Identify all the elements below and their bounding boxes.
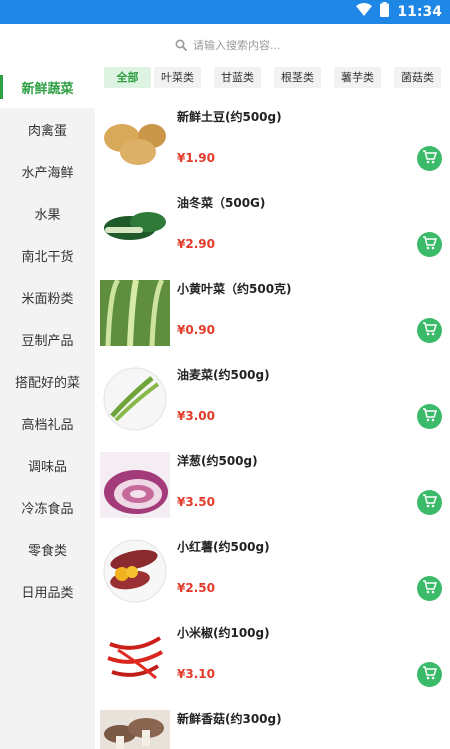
product-list: 新鲜土豆(约500g) ¥1.90 油冬菜（500G) ¥2.90 小黄叶菜（约… (95, 96, 450, 749)
product-image-lettuce-stems[interactable] (100, 366, 170, 432)
add-to-cart-button[interactable] (417, 146, 442, 171)
product-name: 小红薯(约500g) (177, 540, 270, 554)
cart-icon (422, 579, 438, 598)
product-price: ¥0.90 (177, 323, 215, 337)
product-name: 新鲜土豆(约500g) (177, 110, 282, 124)
wifi-icon (356, 2, 373, 21)
filter-chip-cabbage[interactable]: 甘蓝类 (214, 67, 261, 88)
battery-icon (380, 2, 390, 21)
sidebar-item-frozen-food[interactable]: 冷冻食品 (0, 486, 95, 528)
product-item[interactable]: 洋葱(约500g) ¥3.50 (95, 440, 450, 526)
sidebar-item-fruit[interactable]: 水果 (0, 192, 95, 234)
add-to-cart-button[interactable] (417, 490, 442, 515)
product-price: ¥3.50 (177, 495, 215, 509)
sidebar-item-snacks[interactable]: 零食类 (0, 528, 95, 570)
sidebar-item-label: 冷冻食品 (21, 501, 74, 517)
product-item[interactable]: 小红薯(约500g) ¥2.50 (95, 526, 450, 612)
sidebar-item-label: 豆制产品 (21, 333, 74, 349)
sidebar-item-meat-poultry-eggs[interactable]: 肉禽蛋 (0, 108, 95, 150)
sidebar-item-prepared-dishes[interactable]: 搭配好的菜 (0, 360, 95, 402)
search-input[interactable] (193, 39, 353, 52)
product-image-shiitake[interactable] (100, 710, 170, 749)
sidebar-item-fresh-vegetables[interactable]: 新鲜蔬菜 (0, 66, 95, 108)
product-image-red-onion[interactable] (100, 452, 170, 518)
product-item[interactable]: 小米椒(约100g) ¥3.10 (95, 612, 450, 698)
product-price: ¥2.50 (177, 581, 215, 595)
add-to-cart-button[interactable] (417, 576, 442, 601)
product-name: 小米椒(约100g) (177, 626, 270, 640)
status-icons: 11:34 (356, 2, 442, 21)
product-name: 洋葱(约500g) (177, 454, 258, 468)
product-item[interactable]: 油麦菜(约500g) ¥3.00 (95, 354, 450, 440)
filter-chip-tubers[interactable]: 薯芋类 (334, 67, 381, 88)
status-bar: 11:34 (0, 0, 450, 24)
sidebar-item-label: 高档礼品 (21, 417, 74, 433)
sidebar-item-label: 零食类 (27, 543, 67, 559)
add-to-cart-button[interactable] (417, 404, 442, 429)
product-item[interactable]: 新鲜香菇(约300g) (95, 698, 450, 749)
sidebar-item-label: 水产海鲜 (21, 165, 74, 181)
sidebar-item-label: 日用品类 (21, 585, 74, 601)
product-item[interactable]: 小黄叶菜（约500克) ¥0.90 (95, 268, 450, 354)
cart-icon (422, 235, 438, 254)
product-image-leafy-greens[interactable] (100, 280, 170, 346)
cart-icon (422, 149, 438, 168)
sidebar-item-label: 肉禽蛋 (27, 123, 67, 139)
filter-chip-leafy[interactable]: 叶菜类 (154, 67, 201, 88)
filter-chip-all[interactable]: 全部 (104, 67, 151, 88)
product-name: 油麦菜(约500g) (177, 368, 270, 382)
sidebar-item-dried-goods[interactable]: 南北干货 (0, 234, 95, 276)
sidebar-item-seafood[interactable]: 水产海鲜 (0, 150, 95, 192)
product-image-bok-choy[interactable] (100, 194, 170, 260)
search-icon (175, 36, 187, 55)
product-image-sweet-potato[interactable] (100, 538, 170, 604)
cart-icon (422, 665, 438, 684)
product-image-red-chili[interactable] (100, 624, 170, 690)
search-bar (0, 24, 450, 66)
sidebar-item-seasonings[interactable]: 调味品 (0, 444, 95, 486)
add-to-cart-button[interactable] (417, 662, 442, 687)
sidebar-item-premium-gifts[interactable]: 高档礼品 (0, 402, 95, 444)
product-item[interactable]: 油冬菜（500G) ¥2.90 (95, 182, 450, 268)
cart-icon (422, 321, 438, 340)
category-sidebar: 新鲜蔬菜 肉禽蛋 水产海鲜 水果 南北干货 米面粉类 豆制产品 搭配好的菜 高档… (0, 66, 95, 749)
product-item[interactable]: 新鲜土豆(约500g) ¥1.90 (95, 96, 450, 182)
sidebar-item-label: 调味品 (27, 459, 67, 475)
product-name: 小黄叶菜（约500克) (177, 282, 292, 296)
product-name: 油冬菜（500G) (177, 196, 266, 210)
product-price: ¥2.90 (177, 237, 215, 251)
product-image-potato[interactable] (100, 108, 170, 174)
sidebar-item-soy-products[interactable]: 豆制产品 (0, 318, 95, 360)
product-price: ¥1.90 (177, 151, 215, 165)
sidebar-item-label: 搭配好的菜 (14, 375, 80, 391)
product-name: 新鲜香菇(约300g) (177, 712, 282, 726)
add-to-cart-button[interactable] (417, 318, 442, 343)
sidebar-item-label: 水果 (34, 207, 61, 223)
search-box[interactable] (175, 36, 353, 55)
sidebar-item-label: 南北干货 (21, 249, 74, 265)
sidebar-item-label: 米面粉类 (21, 291, 74, 307)
cart-icon (422, 407, 438, 426)
sidebar-item-rice-flour[interactable]: 米面粉类 (0, 276, 95, 318)
sidebar-item-label: 新鲜蔬菜 (21, 81, 74, 97)
subcategory-filter-bar: 全部 叶菜类 甘蓝类 根茎类 薯芋类 菌菇类 (95, 66, 450, 90)
filter-chip-root-stem[interactable]: 根茎类 (274, 67, 321, 88)
product-price: ¥3.10 (177, 667, 215, 681)
product-price: ¥3.00 (177, 409, 215, 423)
filter-chip-mushrooms[interactable]: 菌菇类 (394, 67, 441, 88)
sidebar-item-daily-goods[interactable]: 日用品类 (0, 570, 95, 612)
cart-icon (422, 493, 438, 512)
status-time: 11:34 (397, 3, 442, 20)
add-to-cart-button[interactable] (417, 232, 442, 257)
